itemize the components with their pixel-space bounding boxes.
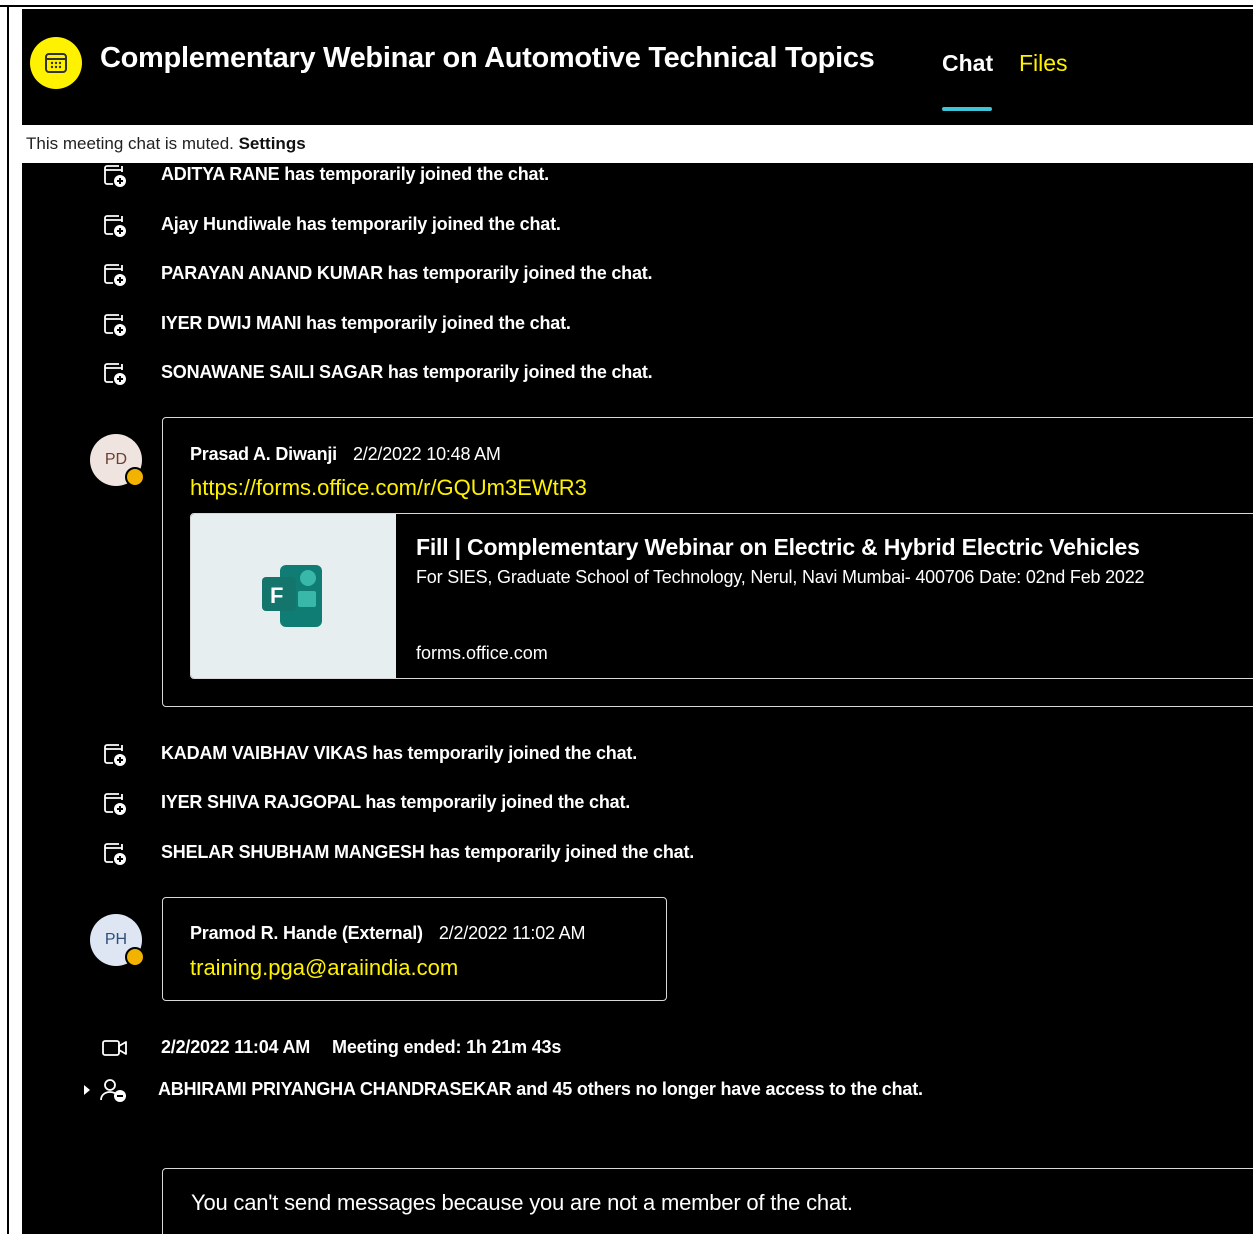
- meeting-ended-timestamp: 2/2/2022 11:04 AM: [161, 1037, 311, 1057]
- link-preview-domain: forms.office.com: [416, 643, 548, 663]
- meeting-ended-event: 2/2/2022 11:04 AM Meeting ended: 1h 21m 4…: [22, 1033, 1222, 1063]
- chat-join-icon: [102, 360, 128, 386]
- away-status-badge: [125, 467, 145, 487]
- meeting-ended-label: Meeting ended:: [332, 1037, 467, 1057]
- microsoft-forms-icon: F: [262, 565, 322, 627]
- chat-join-icon: [102, 261, 128, 287]
- system-event: ADITYA RANE has temporarily joined the c…: [22, 160, 1222, 190]
- system-event-text: IYER SHIVA RAJGOPAL has temporarily join…: [161, 792, 631, 812]
- avatar-initials: PH: [104, 931, 128, 948]
- svg-text:F: F: [270, 583, 283, 608]
- chat-join-icon: [102, 162, 128, 188]
- message-link[interactable]: training.pga@araiindia.com: [190, 955, 458, 981]
- access-removed-text: ABHIRAMI PRIYANGHA CHANDRASEKAR and 45 o…: [158, 1079, 923, 1099]
- muted-notice-label: This meeting chat is muted.: [26, 134, 239, 153]
- person-remove-icon: [100, 1077, 126, 1103]
- chat-join-icon: [102, 790, 128, 816]
- message-link[interactable]: https://forms.office.com/r/GQUm3EWtR3: [190, 475, 587, 501]
- system-event-text: IYER DWIJ MANI has temporarily joined th…: [161, 313, 571, 333]
- system-event-text: Ajay Hundiwale has temporarily joined th…: [161, 214, 561, 234]
- message-timestamp: 2/2/2022 11:02 AM: [438, 923, 586, 943]
- settings-link[interactable]: Settings: [239, 134, 306, 153]
- system-event: KADAM VAIBHAV VIKAS has temporarily join…: [22, 739, 1222, 769]
- meeting-ended-text: 2/2/2022 11:04 AM Meeting ended: 1h 21m 4…: [161, 1037, 561, 1058]
- system-event: SONAWANE SAILI SAGAR has temporarily joi…: [22, 358, 1222, 388]
- active-tab-indicator: [942, 107, 992, 111]
- system-event-text: SHELAR SHUBHAM MANGESH has temporarily j…: [161, 842, 695, 862]
- tab-files[interactable]: Files: [1019, 50, 1068, 77]
- chat-join-icon: [102, 212, 128, 238]
- system-event-text: ADITYA RANE has temporarily joined the c…: [161, 164, 549, 184]
- system-event: IYER SHIVA RAJGOPAL has temporarily join…: [22, 788, 1222, 818]
- link-preview-card[interactable]: F Fill | Complementary Webinar on Electr…: [190, 513, 1253, 679]
- link-preview-title: Fill | Complementary Webinar on Electric…: [416, 534, 1140, 560]
- chat-join-icon: [102, 840, 128, 866]
- muted-notice-text: This meeting chat is muted. Settings: [26, 134, 306, 154]
- system-event-text: PARAYAN ANAND KUMAR has temporarily join…: [161, 263, 653, 283]
- link-preview-description: For SIES, Graduate School of Technology,…: [416, 567, 1145, 587]
- message-composer: You can't send messages because you are …: [162, 1168, 1253, 1234]
- system-event: PARAYAN ANAND KUMAR has temporarily join…: [22, 259, 1222, 289]
- system-event: Ajay Hundiwale has temporarily joined th…: [22, 210, 1222, 240]
- avatar-initials: PD: [104, 451, 128, 468]
- calendar-icon: [30, 37, 82, 89]
- system-event: IYER DWIJ MANI has temporarily joined th…: [22, 309, 1222, 339]
- system-event-text: KADAM VAIBHAV VIKAS has temporarily join…: [161, 743, 638, 763]
- message-card: Pramod R. Hande (External) 2/2/2022 11:02…: [162, 897, 667, 1001]
- access-removed-event[interactable]: ABHIRAMI PRIYANGHA CHANDRASEKAR and 45 o…: [22, 1075, 1222, 1105]
- message-header: Prasad A. Diwanji 2/2/2022 10:48 AM: [190, 444, 501, 465]
- chat-join-icon: [102, 741, 128, 767]
- meeting-chat-app: Complementary Webinar on Automotive Tech…: [22, 9, 1253, 1234]
- meeting-duration: 1h 21m 43s: [466, 1037, 562, 1057]
- message-timestamp: 2/2/2022 10:48 AM: [352, 444, 501, 464]
- away-status-badge: [125, 947, 145, 967]
- muted-notice-bar: This meeting chat is muted. Settings: [22, 125, 1253, 163]
- chat-join-icon: [102, 311, 128, 337]
- meeting-title: Complementary Webinar on Automotive Tech…: [100, 42, 875, 74]
- system-event-text: SONAWANE SAILI SAGAR has temporarily joi…: [161, 362, 653, 382]
- expand-caret-icon[interactable]: [84, 1085, 90, 1095]
- tab-chat[interactable]: Chat: [942, 50, 993, 77]
- frame-border-top: [0, 5, 1253, 7]
- link-preview-thumbnail: F: [191, 514, 396, 678]
- video-camera-icon: [102, 1035, 128, 1061]
- chat-header: Complementary Webinar on Automotive Tech…: [22, 9, 1253, 115]
- sender-name: Prasad A. Diwanji: [190, 444, 337, 464]
- system-event: SHELAR SHUBHAM MANGESH has temporarily j…: [22, 838, 1222, 868]
- message-header: Pramod R. Hande (External) 2/2/2022 11:02…: [190, 923, 585, 944]
- composer-disabled-notice: You can't send messages because you are …: [191, 1190, 853, 1215]
- frame-border-left: [7, 5, 9, 1234]
- window-frame: Complementary Webinar on Automotive Tech…: [0, 0, 1253, 1234]
- sender-name: Pramod R. Hande (External): [190, 923, 423, 943]
